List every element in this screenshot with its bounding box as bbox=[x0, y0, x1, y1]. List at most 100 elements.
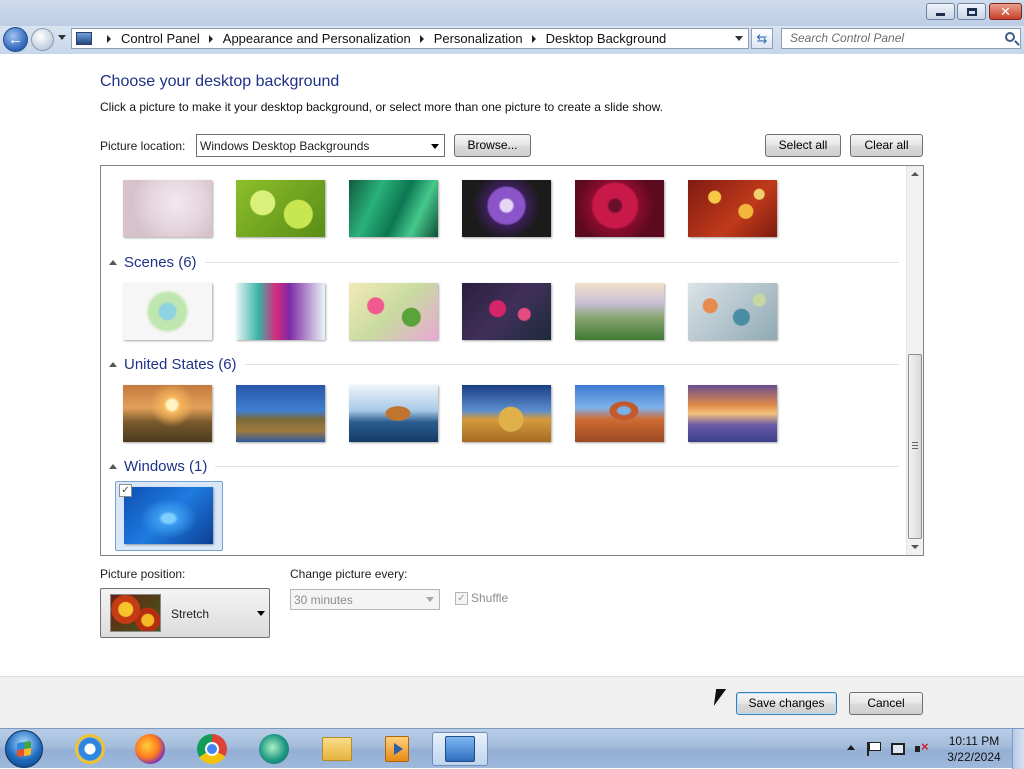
action-center-flag-icon[interactable] bbox=[867, 742, 881, 756]
taskbar-internet-explorer[interactable] bbox=[62, 732, 118, 766]
wallpaper-thumbnail[interactable] bbox=[236, 180, 325, 237]
address-bar: ← Control Panel Appearance and Personali… bbox=[0, 26, 1024, 54]
wallpaper-thumbnail[interactable] bbox=[236, 283, 325, 340]
scrollbar-thumb[interactable] bbox=[908, 354, 922, 539]
group-header-scenes[interactable]: Scenes (6) bbox=[109, 252, 899, 272]
minimize-icon bbox=[936, 13, 945, 16]
wallpaper-gallery[interactable]: Scenes (6) United States (6) Windows (1)… bbox=[100, 165, 924, 556]
breadcrumb-separator-icon[interactable] bbox=[419, 34, 424, 43]
collapse-icon[interactable] bbox=[109, 463, 117, 469]
taskbar-firefox[interactable] bbox=[122, 732, 178, 766]
wallpaper-thumbnail[interactable] bbox=[575, 385, 664, 442]
control-panel-icon bbox=[445, 736, 475, 762]
change-picture-interval-value: 30 minutes bbox=[294, 593, 353, 607]
picture-position-value: Stretch bbox=[171, 607, 210, 621]
wallpaper-thumbnail[interactable] bbox=[462, 180, 551, 237]
wallpaper-thumbnail[interactable] bbox=[688, 283, 777, 340]
search-box[interactable] bbox=[781, 28, 1021, 49]
group-title: Windows (1) bbox=[124, 457, 208, 475]
start-button[interactable] bbox=[5, 730, 43, 768]
wallpaper-thumbnail[interactable] bbox=[123, 385, 212, 442]
change-picture-interval-select[interactable]: 30 minutes bbox=[290, 589, 440, 610]
control-panel-icon bbox=[76, 32, 92, 45]
taskbar: 10:11 PM 3/22/2024 bbox=[0, 728, 1024, 769]
taskbar-chrome[interactable] bbox=[184, 732, 240, 766]
scroll-up-icon[interactable] bbox=[911, 172, 919, 176]
taskbar-control-panel[interactable] bbox=[432, 732, 488, 766]
taskbar-file-explorer[interactable] bbox=[309, 732, 365, 766]
wallpaper-thumbnail[interactable] bbox=[123, 180, 212, 237]
network-icon[interactable] bbox=[891, 743, 905, 755]
position-preview-image bbox=[110, 594, 161, 632]
clear-all-button[interactable]: Clear all bbox=[850, 134, 923, 157]
close-icon: ✕ bbox=[1000, 4, 1011, 19]
group-header-united-states[interactable]: United States (6) bbox=[109, 354, 899, 374]
wallpaper-thumbnail-selected[interactable]: ✓ bbox=[115, 481, 223, 551]
picture-location-label: Picture location: bbox=[100, 139, 186, 153]
chevron-down-icon bbox=[431, 144, 439, 149]
system-tray: 10:11 PM 3/22/2024 bbox=[845, 729, 1024, 769]
show-desktop-button[interactable] bbox=[1012, 729, 1024, 769]
breadcrumb-separator-icon[interactable] bbox=[107, 34, 111, 43]
search-icon[interactable] bbox=[1005, 32, 1015, 42]
address-dropdown-icon[interactable] bbox=[735, 36, 743, 41]
cancel-button[interactable]: Cancel bbox=[849, 692, 923, 715]
clock[interactable]: 10:11 PM 3/22/2024 bbox=[941, 733, 1007, 765]
firefox-icon bbox=[135, 734, 165, 764]
refresh-button[interactable]: ⇆ bbox=[751, 28, 773, 49]
breadcrumb-separator-icon[interactable] bbox=[208, 34, 213, 43]
wallpaper-thumbnail[interactable] bbox=[688, 180, 777, 237]
chevron-down-icon bbox=[426, 597, 434, 602]
wallpaper-thumbnail[interactable] bbox=[575, 180, 664, 237]
breadcrumb-appearance[interactable]: Appearance and Personalization bbox=[223, 31, 411, 46]
taskbar-edge[interactable] bbox=[246, 732, 302, 766]
picture-location-select[interactable]: Windows Desktop Backgrounds bbox=[196, 134, 445, 157]
group-title: United States (6) bbox=[124, 355, 237, 373]
recent-pages-dropdown-icon[interactable] bbox=[58, 35, 66, 40]
select-all-button[interactable]: Select all bbox=[765, 134, 841, 157]
address-box[interactable]: Control Panel Appearance and Personaliza… bbox=[71, 28, 749, 49]
selected-checkbox[interactable]: ✓ bbox=[119, 484, 132, 497]
group-header-windows[interactable]: Windows (1) bbox=[109, 456, 899, 476]
wallpaper-thumbnail[interactable] bbox=[688, 385, 777, 442]
wallpaper-thumbnail[interactable] bbox=[462, 283, 551, 340]
back-button[interactable]: ← bbox=[3, 27, 28, 52]
wallpaper-thumbnail[interactable] bbox=[123, 283, 212, 340]
minimize-button[interactable] bbox=[926, 3, 955, 20]
forward-button[interactable] bbox=[31, 28, 54, 51]
show-hidden-icons-icon[interactable] bbox=[847, 745, 855, 750]
wallpaper-thumbnail[interactable] bbox=[236, 385, 325, 442]
picture-location-value: Windows Desktop Backgrounds bbox=[200, 139, 370, 153]
close-button[interactable]: ✕ bbox=[989, 3, 1022, 20]
vertical-scrollbar[interactable] bbox=[906, 166, 923, 555]
internet-explorer-icon bbox=[75, 734, 105, 764]
wallpaper-thumbnail[interactable] bbox=[575, 283, 664, 340]
clock-date: 3/22/2024 bbox=[947, 750, 1001, 764]
windows-logo-icon bbox=[17, 741, 31, 757]
wallpaper-thumbnail[interactable] bbox=[349, 283, 438, 340]
wallpaper-thumbnail[interactable] bbox=[349, 385, 438, 442]
collapse-icon[interactable] bbox=[109, 361, 117, 367]
divider bbox=[244, 363, 899, 365]
restore-icon bbox=[966, 7, 977, 16]
scroll-down-icon[interactable] bbox=[911, 545, 919, 549]
save-changes-button[interactable]: Save changes bbox=[736, 692, 837, 715]
picture-position-select[interactable]: Stretch bbox=[100, 588, 270, 638]
breadcrumb-personalization[interactable]: Personalization bbox=[434, 31, 523, 46]
browse-button[interactable]: Browse... bbox=[454, 134, 531, 157]
shuffle-check-icon[interactable]: ✓ bbox=[455, 591, 468, 605]
shuffle-checkbox[interactable]: ✓ Shuffle bbox=[455, 591, 508, 605]
breadcrumb-desktop-background[interactable]: Desktop Background bbox=[546, 31, 667, 46]
wallpaper-thumbnail[interactable] bbox=[462, 385, 551, 442]
page-description: Click a picture to make it your desktop … bbox=[100, 100, 663, 114]
taskbar-media-player[interactable] bbox=[369, 732, 425, 766]
breadcrumb-separator-icon[interactable] bbox=[531, 34, 536, 43]
windows-wallpaper-preview bbox=[124, 487, 213, 544]
search-input[interactable] bbox=[790, 31, 990, 45]
wallpaper-thumbnail[interactable] bbox=[349, 180, 438, 237]
shuffle-label: Shuffle bbox=[471, 591, 509, 605]
collapse-icon[interactable] bbox=[109, 259, 117, 265]
volume-muted-icon[interactable] bbox=[915, 739, 929, 756]
restore-button[interactable] bbox=[957, 3, 986, 20]
breadcrumb-control-panel[interactable]: Control Panel bbox=[121, 31, 200, 46]
